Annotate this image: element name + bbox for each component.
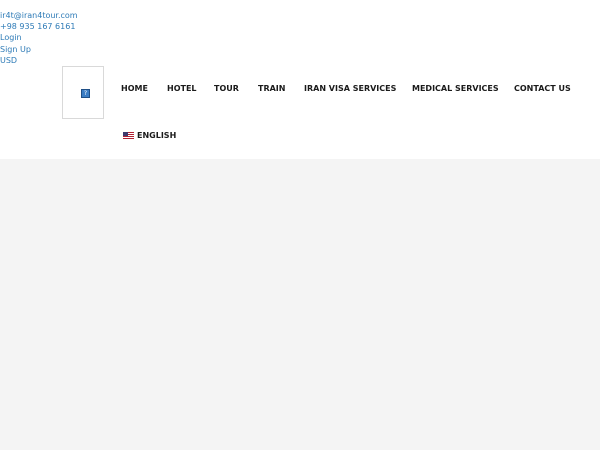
nav-tour[interactable]: TOUR [214, 84, 239, 96]
nav-medical-services[interactable]: MEDICAL SERVICES [412, 84, 499, 96]
us-flag-icon [123, 132, 134, 139]
nav-iran-visa-services[interactable]: IRAN VISA SERVICES [304, 84, 396, 96]
currency-selector[interactable]: USD [0, 55, 78, 66]
email-link[interactable]: ir4t@iran4tour.com [0, 10, 78, 21]
broken-image-icon: ? [81, 89, 90, 98]
phone-link[interactable]: +98 935 167 6161 [0, 21, 78, 32]
nav-contact-us[interactable]: CONTACT US [514, 84, 571, 96]
top-contact-bar: ir4t@iran4tour.com +98 935 167 6161 Logi… [0, 10, 78, 66]
site-logo[interactable]: ? [62, 66, 104, 119]
language-selector[interactable]: ENGLISH [123, 131, 176, 141]
login-link[interactable]: Login [0, 32, 78, 43]
nav-train[interactable]: TRAIN [258, 84, 285, 96]
nav-home[interactable]: HOME [121, 84, 148, 96]
language-label: ENGLISH [137, 131, 177, 140]
nav-hotel[interactable]: HOTEL [167, 84, 197, 96]
site-header: ir4t@iran4tour.com +98 935 167 6161 Logi… [0, 0, 600, 159]
signup-link[interactable]: Sign Up [0, 44, 78, 55]
